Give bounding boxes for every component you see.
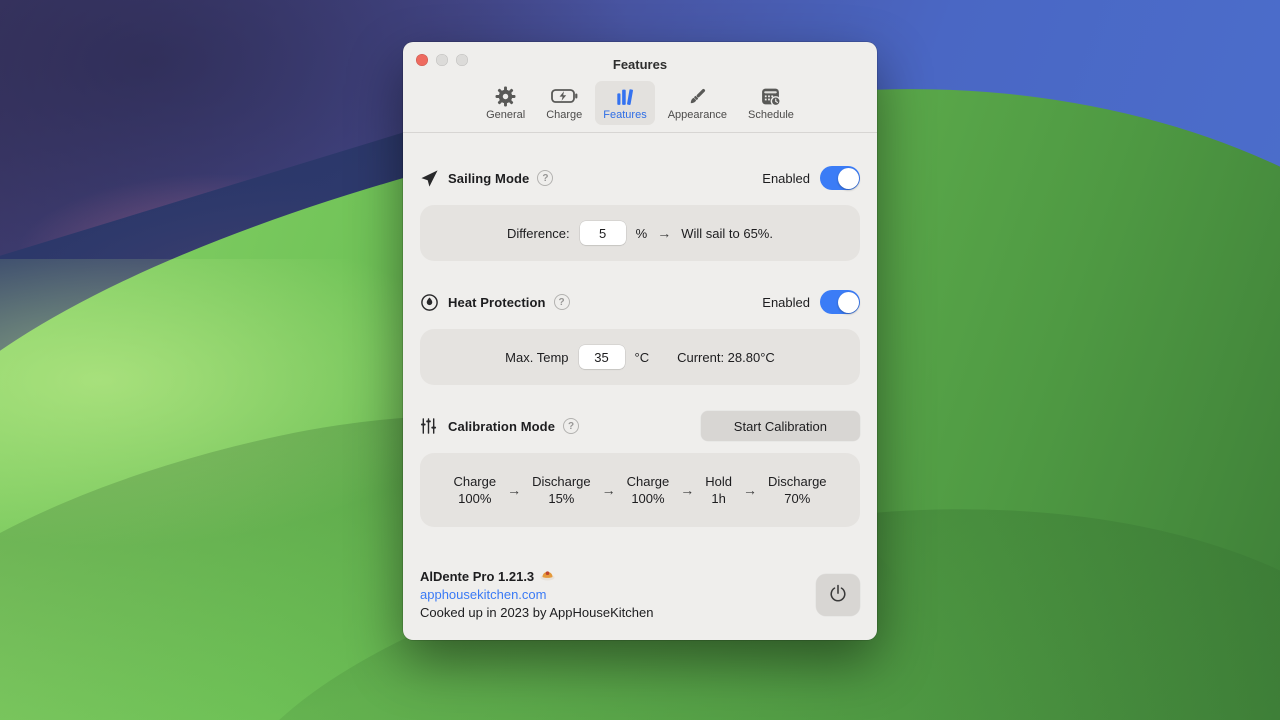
section-title: Heat Protection — [448, 295, 546, 310]
calibration-step: Hold1h — [705, 473, 732, 507]
calibration-mode-header: Calibration Mode Start Calibration — [420, 411, 860, 441]
gear-icon — [495, 85, 516, 107]
website-link[interactable]: apphousekitchen.com — [420, 586, 816, 604]
section-title: Calibration Mode — [448, 419, 555, 434]
tab-appearance[interactable]: Appearance — [660, 81, 735, 125]
tab-label: Appearance — [668, 109, 727, 121]
max-temp-unit: °C — [635, 350, 650, 365]
paper-plane-icon — [420, 169, 444, 188]
credit-text: Cooked up in 2023 by AppHouseKitchen — [420, 604, 816, 622]
paintbrush-icon — [687, 85, 708, 107]
calibration-step: Charge100% — [627, 473, 670, 507]
heat-protection-toggle[interactable] — [820, 290, 860, 314]
spaghetti-emoji — [540, 568, 555, 586]
help-icon[interactable] — [563, 418, 579, 434]
tab-schedule[interactable]: Schedule — [740, 81, 802, 125]
tab-general[interactable]: General — [478, 81, 533, 125]
arrow-icon: → — [680, 482, 694, 498]
sailing-mode-header: Sailing Mode Enabled — [420, 163, 860, 193]
section-title: Sailing Mode — [448, 171, 529, 186]
max-temp-label: Max. Temp — [505, 350, 568, 365]
battery-charge-icon — [551, 85, 578, 107]
sailing-settings-panel: Difference: % → Will sail to 65%. — [420, 205, 860, 261]
help-icon[interactable] — [554, 294, 570, 310]
start-calibration-button[interactable]: Start Calibration — [701, 411, 860, 441]
features-bars-icon — [615, 85, 636, 107]
heat-protection-header: Heat Protection Enabled — [420, 287, 860, 317]
window-title: Features — [613, 57, 667, 72]
difference-input[interactable] — [580, 221, 626, 245]
difference-label: Difference: — [507, 226, 570, 241]
calibration-steps-panel: Charge100% → Discharge15% → Charge100% →… — [420, 453, 860, 527]
toggle-knob — [838, 168, 859, 189]
max-temp-input[interactable] — [579, 345, 625, 369]
calibration-step: Discharge70% — [768, 473, 827, 507]
tab-label: General — [486, 109, 525, 121]
arrow-icon: → — [602, 482, 616, 498]
tab-label: Features — [603, 109, 646, 121]
current-temp-text: Current: 28.80°C — [677, 350, 775, 365]
arrow-icon: → — [507, 482, 521, 498]
calibration-step: Charge100% — [453, 473, 496, 507]
arrow-icon: → — [657, 225, 671, 241]
difference-unit: % — [636, 226, 648, 241]
toggle-knob — [838, 292, 859, 313]
arrow-icon: → — [743, 482, 757, 498]
calibration-step: Discharge15% — [532, 473, 591, 507]
app-version-line: AlDente Pro 1.21.3 — [420, 568, 816, 586]
power-icon — [827, 583, 849, 608]
app-window: Features — [403, 42, 877, 640]
heat-drop-icon — [420, 293, 444, 312]
features-pane: Sailing Mode Enabled Difference: % → Wil… — [403, 133, 877, 568]
minimize-button[interactable] — [436, 54, 448, 66]
power-button[interactable] — [816, 574, 860, 616]
sail-result-text: Will sail to 65%. — [681, 226, 773, 241]
zoom-button[interactable] — [456, 54, 468, 66]
help-icon[interactable] — [537, 170, 553, 186]
sliders-icon — [420, 417, 444, 435]
titlebar[interactable]: Features — [403, 42, 877, 76]
app-version-text: AlDente Pro 1.21.3 — [420, 568, 534, 586]
calendar-clock-icon — [760, 85, 781, 107]
tab-features[interactable]: Features — [595, 81, 654, 125]
tab-charge[interactable]: Charge — [538, 81, 590, 125]
toolbar: General Charge — [403, 76, 877, 133]
toggle-status-label: Enabled — [762, 171, 810, 186]
toggle-status-label: Enabled — [762, 295, 810, 310]
sailing-mode-toggle[interactable] — [820, 166, 860, 190]
traffic-lights — [416, 54, 468, 66]
heat-settings-panel: Max. Temp °C Current: 28.80°C — [420, 329, 860, 385]
footer: AlDente Pro 1.21.3 apphousekitchen.com C… — [403, 568, 877, 640]
tab-label: Schedule — [748, 109, 794, 121]
tab-label: Charge — [546, 109, 582, 121]
close-button[interactable] — [416, 54, 428, 66]
